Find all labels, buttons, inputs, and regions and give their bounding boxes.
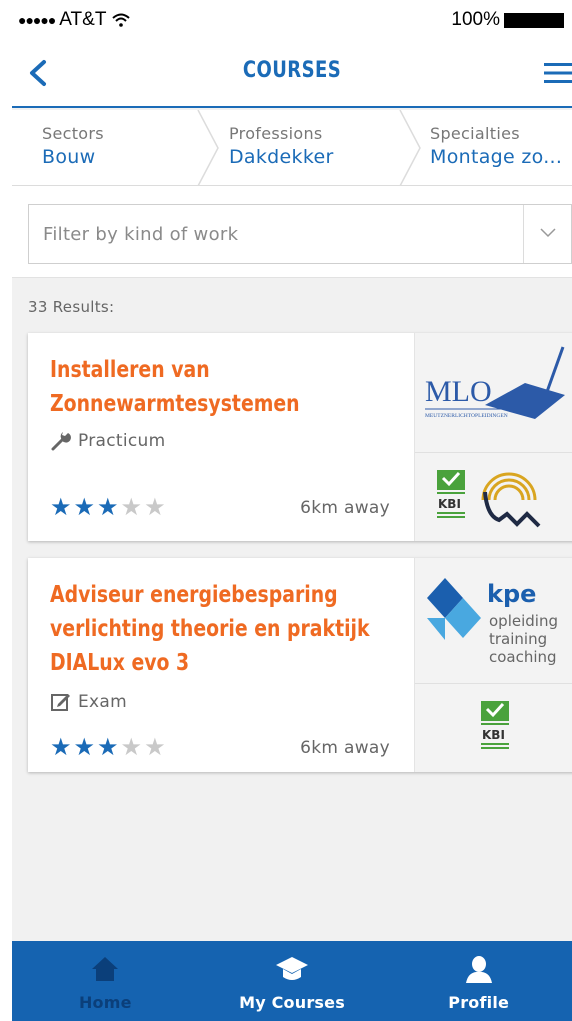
star-filled-icon: ★ bbox=[50, 733, 72, 761]
page-title: COURSES bbox=[242, 58, 342, 83]
status-bar: ●●●●● AT&T 100% bbox=[12, 0, 572, 38]
star-filled-icon: ★ bbox=[97, 493, 119, 521]
provider-logo-mlo: MLO MEUTZNERLICHTOPLEIDINGEN bbox=[415, 333, 572, 453]
battery-percent: 100% bbox=[451, 9, 500, 30]
tab-label: Profile bbox=[448, 993, 510, 1012]
dropdown-toggle[interactable] bbox=[523, 205, 571, 263]
chevron-down-icon bbox=[540, 228, 556, 238]
tab-profile[interactable]: Profile bbox=[385, 941, 572, 1021]
signal-strength-icon: ●●●●● bbox=[18, 12, 56, 28]
tab-bar: Home My Courses Profile bbox=[12, 941, 572, 1021]
status-left: ●●●●● AT&T bbox=[18, 9, 131, 31]
tab-label: Home bbox=[78, 993, 132, 1012]
rating-stars: ★ ★ ★ ★ ★ bbox=[50, 735, 168, 759]
kbi-badge-icon: KBI bbox=[437, 470, 541, 528]
provider-logos: kpe opleiding training coaching KBI bbox=[414, 558, 572, 772]
course-card[interactable]: Installeren van Zonnewarmtesystemen Prac… bbox=[28, 333, 572, 541]
course-distance: 6km away bbox=[300, 498, 390, 518]
svg-text:training: training bbox=[489, 630, 547, 648]
svg-text:kpe: kpe bbox=[487, 580, 536, 608]
star-empty-icon: ★ bbox=[144, 493, 166, 521]
breadcrumb-separator bbox=[197, 110, 219, 186]
rating-stars: ★ ★ ★ ★ ★ bbox=[50, 495, 168, 519]
star-filled-icon: ★ bbox=[97, 733, 119, 761]
svg-text:KBI: KBI bbox=[482, 728, 505, 742]
app-screen: ●●●●● AT&T 100% COURSES Sectors Bouw Pro… bbox=[12, 0, 572, 1021]
course-card[interactable]: Adviseur energiebesparing verlichting th… bbox=[28, 558, 572, 772]
star-empty-icon: ★ bbox=[120, 733, 143, 761]
breadcrumb-value: Montage zo... bbox=[430, 146, 563, 168]
course-kind-label: Practicum bbox=[78, 431, 166, 451]
svg-text:KBI: KBI bbox=[438, 497, 461, 511]
breadcrumb-label: Sectors bbox=[42, 124, 104, 143]
breadcrumb-separator bbox=[399, 110, 421, 186]
carrier-name: AT&T bbox=[59, 9, 107, 30]
star-filled-icon: ★ bbox=[73, 493, 96, 521]
mlo-logo: MLO MEUTZNERLICHTOPLEIDINGEN bbox=[425, 346, 565, 419]
course-title-line: Installeren van bbox=[50, 357, 210, 383]
breadcrumb-sectors[interactable]: Sectors Bouw bbox=[42, 124, 104, 168]
breadcrumb-label: Specialties bbox=[430, 124, 520, 143]
accreditation-badges: KBI bbox=[415, 454, 572, 541]
battery-icon bbox=[504, 12, 564, 28]
status-right: 100% bbox=[451, 9, 564, 31]
tab-home[interactable]: Home bbox=[12, 941, 199, 1021]
course-info: Adviseur energiebesparing verlichting th… bbox=[28, 558, 412, 772]
svg-text:MEUTZNERLICHTOPLEIDINGEN: MEUTZNERLICHTOPLEIDINGEN bbox=[425, 413, 508, 419]
provider-logo-kpe: kpe opleiding training coaching bbox=[415, 558, 572, 684]
accreditation-badges: KBI bbox=[415, 685, 572, 772]
course-kind: Practicum bbox=[50, 430, 165, 452]
results-count: 33 Results: bbox=[28, 298, 115, 316]
breadcrumb-label: Professions bbox=[229, 124, 323, 143]
edit-icon bbox=[51, 694, 70, 711]
graduation-cap-icon bbox=[276, 957, 308, 980]
star-filled-icon: ★ bbox=[50, 493, 72, 521]
star-empty-icon: ★ bbox=[144, 733, 166, 761]
filter-dropdown[interactable]: Filter by kind of work bbox=[28, 204, 572, 264]
breadcrumb-value: Dakdekker bbox=[229, 146, 334, 168]
filter-section: Filter by kind of work bbox=[12, 186, 572, 278]
course-title-line: DIALux evo 3 bbox=[50, 650, 190, 676]
breadcrumb-value: Bouw bbox=[42, 146, 96, 168]
tab-my-courses[interactable]: My Courses bbox=[199, 941, 386, 1021]
chevron-left-icon[interactable] bbox=[24, 58, 52, 88]
home-icon bbox=[92, 957, 119, 981]
course-kind: Exam bbox=[50, 691, 127, 713]
svg-text:MLO: MLO bbox=[425, 375, 492, 408]
person-icon bbox=[465, 956, 492, 983]
course-title-line: Zonnewarmtesystemen bbox=[50, 391, 300, 417]
kpe-logo: kpe opleiding training coaching bbox=[427, 578, 558, 666]
svg-text:coaching: coaching bbox=[489, 648, 557, 666]
course-title[interactable]: Adviseur energiebesparing verlichting th… bbox=[50, 578, 403, 680]
course-distance: 6km away bbox=[300, 738, 390, 758]
course-title-line: Adviseur energiebesparing bbox=[50, 582, 338, 608]
hamburger-icon[interactable] bbox=[544, 62, 572, 84]
breadcrumb-professions[interactable]: Professions Dakdekker bbox=[229, 124, 334, 168]
filter-placeholder: Filter by kind of work bbox=[43, 224, 239, 245]
provider-logos: MLO MEUTZNERLICHTOPLEIDINGEN KBI bbox=[414, 333, 572, 541]
star-filled-icon: ★ bbox=[73, 733, 96, 761]
star-empty-icon: ★ bbox=[120, 493, 143, 521]
tab-label: My Courses bbox=[239, 993, 345, 1012]
svg-text:opleiding: opleiding bbox=[489, 612, 558, 630]
course-info: Installeren van Zonnewarmtesystemen Prac… bbox=[28, 333, 412, 541]
breadcrumb: Sectors Bouw Professions Dakdekker Speci… bbox=[12, 110, 572, 186]
course-kind-label: Exam bbox=[78, 692, 127, 712]
kbi-badge-icon: KBI bbox=[481, 701, 509, 749]
breadcrumb-specialties[interactable]: Specialties Montage zo... bbox=[430, 124, 562, 168]
wifi-icon bbox=[112, 13, 131, 27]
course-title[interactable]: Installeren van Zonnewarmtesystemen bbox=[50, 353, 403, 421]
wrench-icon bbox=[51, 432, 71, 451]
course-title-line: verlichting theorie en praktijk bbox=[50, 616, 370, 642]
navigation-bar: COURSES bbox=[12, 38, 572, 108]
